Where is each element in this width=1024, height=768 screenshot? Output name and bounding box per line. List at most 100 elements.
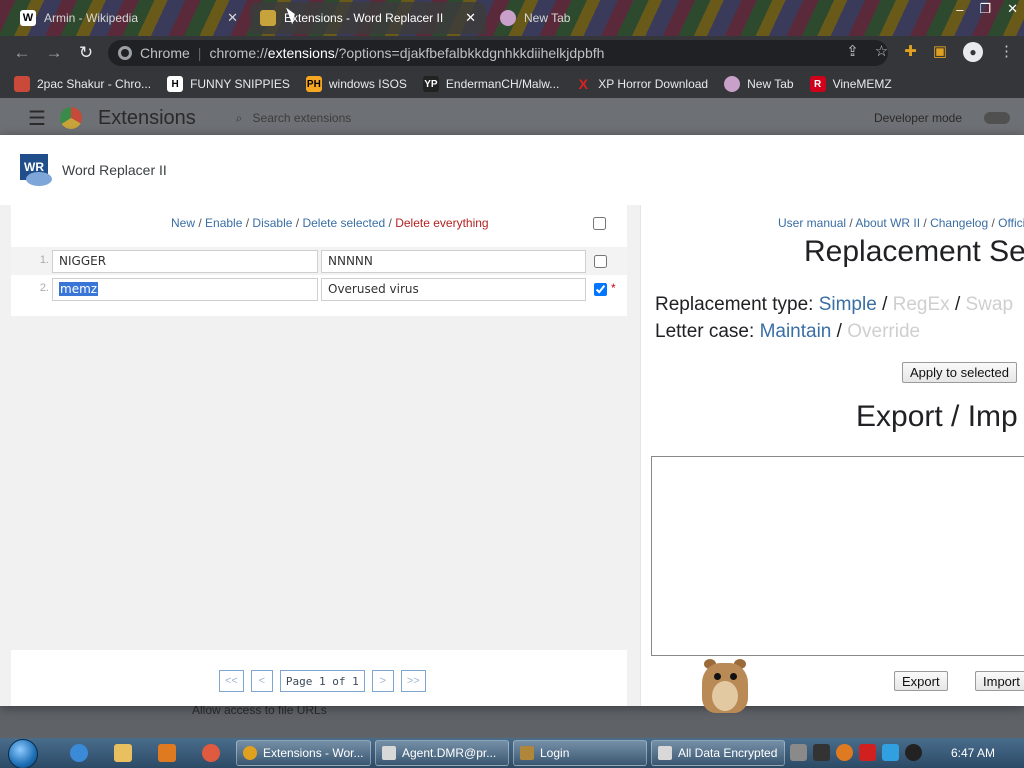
search-extensions-input[interactable]: ⌕ Search extensions <box>236 111 351 126</box>
table-row: 1. NIGGER NNNNN <box>11 247 627 275</box>
tray-app-icon[interactable] <box>790 744 807 761</box>
close-icon[interactable]: ✕ <box>227 10 238 26</box>
type-swap-option[interactable]: Swap <box>966 294 1014 315</box>
browser-toolbar: ← → ↻ Chrome | chrome://extensions/?opti… <box>0 36 1024 70</box>
find-input[interactable]: NIGGER <box>52 250 318 273</box>
find-input[interactable]: memz <box>52 278 318 301</box>
separator: / <box>385 216 396 230</box>
taskbar-button-all-data-encrypted[interactable]: All Data Encrypted <box>651 740 785 766</box>
tray-volume-icon[interactable] <box>905 744 922 761</box>
share-icon[interactable]: ⇪ <box>846 42 859 62</box>
bookmark-funny-snippies[interactable]: H FUNNY SNIPPIES <box>167 76 290 92</box>
bookmark-windows-isos[interactable]: PH windows ISOS <box>305 76 407 92</box>
settings-panel: User manual / About WR II / Changelog / … <box>640 205 1024 706</box>
separator: / <box>195 216 206 230</box>
internet-explorer-icon[interactable] <box>70 744 88 762</box>
last-page-button[interactable]: >> <box>400 670 426 692</box>
page-indicator: Page 1 of 1 <box>279 670 365 692</box>
desktop-agent-gopher[interactable] <box>690 655 764 713</box>
next-page-button[interactable]: > <box>371 670 394 692</box>
apply-to-selected-button[interactable]: Apply to selected <box>902 362 1018 383</box>
row-checkbox[interactable] <box>594 283 607 296</box>
separator: / <box>954 294 966 315</box>
bookmark-label: FUNNY SNIPPIES <box>190 77 290 91</box>
2pac-icon <box>14 76 30 92</box>
export-import-textarea[interactable] <box>651 456 1024 656</box>
bookmark-xp-horror[interactable]: X XP Horror Download <box>575 76 709 92</box>
taskbar-button-agent[interactable]: Agent.DMR@pr... <box>375 740 509 766</box>
replace-input[interactable]: Overused virus <box>321 278 586 301</box>
first-page-button[interactable]: << <box>219 670 244 692</box>
bookmark-label: EndermanCH/Malw... <box>445 77 560 91</box>
media-player-icon[interactable] <box>158 744 176 762</box>
official-link[interactable]: Offici <box>998 216 1024 230</box>
bookmark-2pac[interactable]: 2pac Shakur - Chro... <box>14 76 151 92</box>
replacement-type-label: Replacement type: <box>655 294 814 315</box>
minimize-icon[interactable]: – <box>956 2 963 17</box>
start-button-icon[interactable] <box>8 739 38 768</box>
prev-page-button[interactable]: < <box>250 670 273 692</box>
side-panel-icon[interactable]: ▣ <box>933 42 947 62</box>
changelog-link[interactable]: Changelog <box>930 216 988 230</box>
bookmark-endermanch[interactable]: YP EndermanCH/Malw... <box>422 76 560 92</box>
tab-wikipedia[interactable]: W Armin - Wikipedia ✕ <box>10 2 248 34</box>
url-host: extensions <box>267 45 335 61</box>
tray-search-icon[interactable] <box>836 744 853 761</box>
extensions-puzzle-icon[interactable]: ✚ <box>904 42 917 62</box>
replace-input[interactable]: NNNNN <box>321 250 586 273</box>
delete-everything-link[interactable]: Delete everything <box>395 216 488 230</box>
bookmark-star-icon[interactable]: ☆ <box>875 42 888 62</box>
close-icon[interactable]: ✕ <box>465 10 476 26</box>
developer-mode-toggle[interactable] <box>984 112 1010 124</box>
folder-icon[interactable] <box>114 744 132 762</box>
reload-icon[interactable]: ↻ <box>70 43 102 63</box>
login-icon <box>520 746 534 760</box>
bookmark-new-tab[interactable]: New Tab <box>724 76 794 92</box>
bookmark-vinememz[interactable]: R VineMEMZ <box>809 76 892 92</box>
type-simple-option[interactable]: Simple <box>819 294 877 315</box>
window-controls: – ❐ ✕ <box>956 0 1018 18</box>
word-replacer-dialog: WR Word Replacer II New / Enable / Disab… <box>0 135 1024 706</box>
user-manual-link[interactable]: User manual <box>778 216 846 230</box>
enable-link[interactable]: Enable <box>205 216 242 230</box>
dialog-title: Word Replacer II <box>62 162 167 178</box>
close-window-icon[interactable]: ✕ <box>1007 1 1018 17</box>
type-regex-option[interactable]: RegEx <box>893 294 950 315</box>
export-button[interactable]: Export <box>894 671 948 691</box>
bookmark-label: XP Horror Download <box>598 77 709 91</box>
profile-avatar-icon[interactable]: ● <box>963 42 983 62</box>
case-override-option[interactable]: Override <box>847 321 920 342</box>
tab-new-tab[interactable]: New Tab <box>490 2 640 34</box>
tray-check-icon[interactable] <box>813 744 830 761</box>
disable-link[interactable]: Disable <box>252 216 292 230</box>
url-scheme: chrome:// <box>209 45 268 61</box>
select-all-checkbox[interactable] <box>593 217 606 230</box>
address-bar[interactable]: Chrome | chrome://extensions/?options=dj… <box>108 40 888 66</box>
taskbar-button-login[interactable]: Login <box>513 740 647 766</box>
unsaved-marker: * <box>611 281 616 295</box>
tray-monitor-icon[interactable] <box>882 744 899 761</box>
search-placeholder: Search extensions <box>252 110 352 125</box>
import-button[interactable]: Import <box>975 671 1024 691</box>
separator: / <box>882 294 893 315</box>
chrome-logo-icon <box>59 107 82 129</box>
hamburger-menu-icon[interactable]: ☰ <box>28 106 46 131</box>
forward-icon[interactable]: → <box>38 43 70 63</box>
globe-icon <box>724 76 741 92</box>
tray-flag-icon[interactable] <box>859 744 876 761</box>
back-icon[interactable]: ← <box>6 43 38 63</box>
restore-icon[interactable]: ❐ <box>979 1 991 17</box>
about-link[interactable]: About WR II <box>855 216 920 230</box>
row-checkbox[interactable] <box>594 255 607 268</box>
case-maintain-option[interactable]: Maintain <box>760 321 832 342</box>
menu-kebab-icon[interactable]: ⋮ <box>999 42 1014 62</box>
separator: / <box>242 216 253 230</box>
delete-selected-link[interactable]: Delete selected <box>302 216 385 230</box>
r-icon: R <box>809 76 826 92</box>
tab-strip: W Armin - Wikipedia ✕ Extensions - Word … <box>0 0 1024 36</box>
url-text: chrome://extensions/?options=djakfbefalb… <box>209 45 604 61</box>
taskbar-button-extensions[interactable]: Extensions - Wor... <box>236 740 371 766</box>
new-link[interactable]: New <box>171 216 195 230</box>
paint-icon[interactable] <box>202 744 220 762</box>
rules-panel: New / Enable / Disable / Delete selected… <box>0 205 640 706</box>
